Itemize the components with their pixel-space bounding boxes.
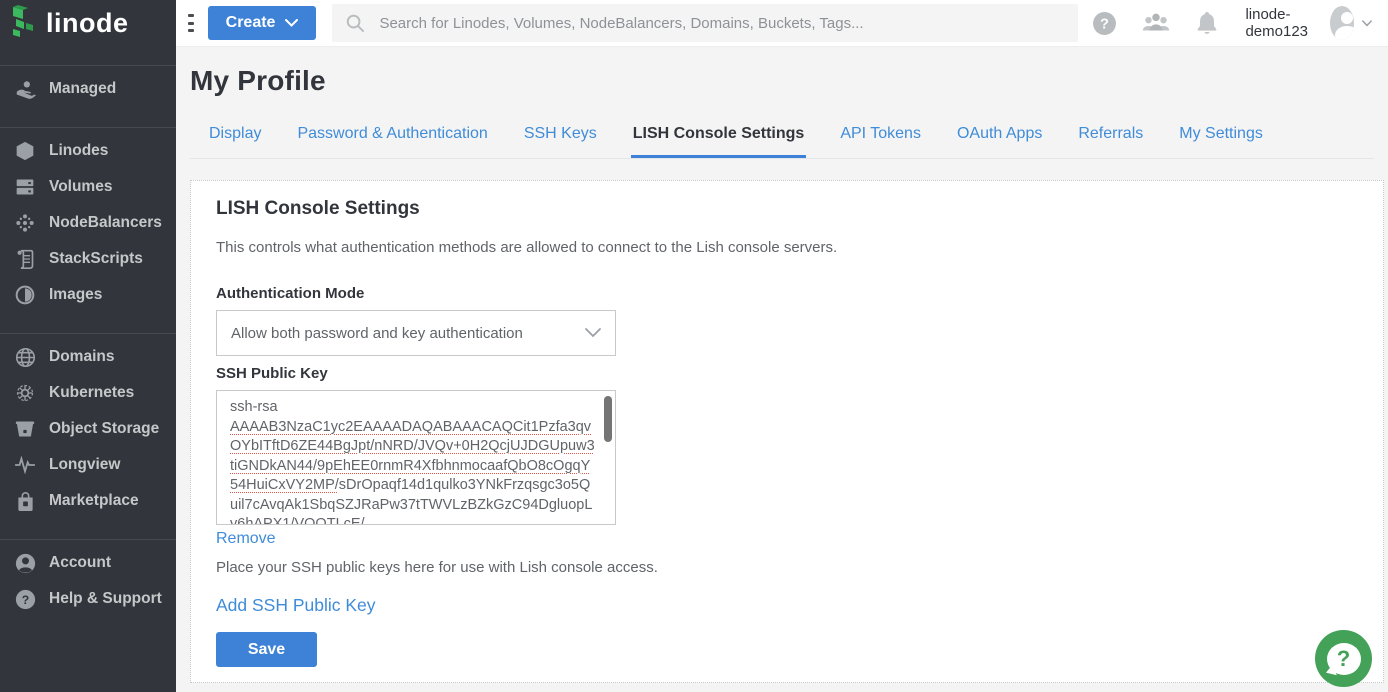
user-menu[interactable]: linode-demo123	[1245, 6, 1372, 40]
managed-icon	[13, 78, 37, 100]
sidebar-item-object-storage[interactable]: Object Storage	[0, 411, 176, 447]
auth-mode-label: Authentication Mode	[216, 285, 1359, 302]
menu-toggle-icon[interactable]	[188, 14, 194, 32]
svg-text:?: ?	[1101, 16, 1110, 32]
create-button-label: Create	[226, 14, 276, 32]
sidebar-item-label: Volumes	[49, 178, 112, 196]
remove-key-link[interactable]: Remove	[216, 530, 276, 548]
nodebalancers-icon	[13, 213, 37, 233]
sidebar-item-linodes[interactable]: Linodes	[0, 133, 176, 169]
tab-referrals[interactable]: Referrals	[1076, 113, 1145, 158]
sidebar-item-label: Images	[49, 286, 102, 304]
sidebar-item-longview[interactable]: Longview	[0, 447, 176, 483]
sidebar-group-services: Domains Kubernetes Object Storage Longvi…	[0, 333, 176, 539]
domains-icon	[13, 347, 37, 368]
sidebar-item-domains[interactable]: Domains	[0, 339, 176, 375]
sidebar-item-label: NodeBalancers	[49, 214, 162, 232]
save-button[interactable]: Save	[216, 632, 317, 667]
object-storage-icon	[13, 419, 37, 439]
chevron-down-icon	[285, 19, 298, 27]
create-button[interactable]: Create	[208, 6, 317, 40]
linode-logo-icon	[9, 5, 39, 42]
sidebar-item-label: Account	[49, 554, 111, 572]
sidebar-item-help-support[interactable]: ? Help & Support	[0, 581, 176, 617]
sidebar-item-label: Help & Support	[49, 590, 162, 608]
card-description: This controls what authentication method…	[216, 239, 1359, 256]
chevron-down-icon	[585, 328, 601, 338]
tab-display[interactable]: Display	[207, 113, 263, 158]
sidebar-item-managed[interactable]: Managed	[0, 71, 176, 107]
tab-ssh-keys[interactable]: SSH Keys	[522, 113, 599, 158]
ssh-key-label: SSH Public Key	[216, 365, 1359, 382]
linode-logo[interactable]: linode	[0, 0, 176, 47]
username: linode-demo123	[1245, 6, 1321, 40]
auth-mode-select[interactable]: Allow both password and key authenticati…	[216, 310, 616, 356]
sidebar: linode Managed Linodes Volumes	[0, 0, 176, 692]
notifications-bell-icon[interactable]	[1195, 10, 1219, 36]
sidebar-item-label: Marketplace	[49, 492, 139, 510]
speech-bubble-question-icon: ?	[1327, 643, 1361, 675]
sidebar-item-images[interactable]: Images	[0, 277, 176, 313]
sidebar-item-label: Longview	[49, 456, 120, 474]
sidebar-item-label: Managed	[49, 80, 116, 98]
ssh-key-textarea[interactable]: ssh-rsaAAAAB3NzaC1yc2EAAAADAQABAAACAQCit…	[216, 390, 616, 525]
search-icon	[346, 14, 365, 33]
ssh-key-helper-text: Place your SSH public keys here for use …	[216, 559, 1359, 576]
sidebar-group-managed: Managed	[0, 65, 176, 127]
sidebar-item-nodebalancers[interactable]: NodeBalancers	[0, 205, 176, 241]
sidebar-item-account[interactable]: Account	[0, 545, 176, 581]
sidebar-item-label: Object Storage	[49, 420, 159, 438]
chevron-down-icon	[1362, 19, 1372, 28]
support-fab-button[interactable]: ?	[1315, 630, 1372, 687]
sidebar-group-account: Account ? Help & Support	[0, 539, 176, 637]
marketplace-icon	[13, 491, 37, 512]
sidebar-item-marketplace[interactable]: Marketplace	[0, 483, 176, 519]
sidebar-item-label: Domains	[49, 348, 114, 366]
sidebar-item-label: StackScripts	[49, 250, 143, 268]
linode-logo-text: linode	[46, 8, 129, 39]
lish-settings-card: LISH Console Settings This controls what…	[190, 180, 1384, 683]
tab-oauth-apps[interactable]: OAuth Apps	[955, 113, 1044, 158]
linodes-icon	[13, 140, 37, 162]
tab-password-authentication[interactable]: Password & Authentication	[295, 113, 489, 158]
sidebar-item-kubernetes[interactable]: Kubernetes	[0, 375, 176, 411]
ssh-key-prefix: ssh-rsa	[230, 398, 597, 418]
volumes-icon	[13, 177, 37, 197]
stackscripts-icon	[13, 248, 37, 270]
tab-my-settings[interactable]: My Settings	[1177, 113, 1265, 158]
search-input[interactable]	[379, 15, 1064, 32]
avatar	[1330, 6, 1354, 40]
page-title: My Profile	[190, 65, 1374, 97]
sidebar-item-label: Linodes	[49, 142, 108, 160]
help-icon: ?	[13, 589, 37, 610]
tab-lish-console-settings[interactable]: LISH Console Settings	[631, 113, 807, 158]
main-content: My Profile Display Password & Authentica…	[176, 47, 1388, 692]
sidebar-item-volumes[interactable]: Volumes	[0, 169, 176, 205]
topbar: Create ? linode-demo123	[176, 0, 1388, 47]
add-ssh-key-link[interactable]: Add SSH Public Key	[216, 595, 376, 616]
community-icon[interactable]	[1141, 11, 1171, 35]
scrollbar-thumb[interactable]	[604, 396, 612, 442]
images-icon	[13, 285, 37, 305]
account-icon	[13, 553, 37, 574]
sidebar-group-compute: Linodes Volumes NodeBalancers StackScrip…	[0, 127, 176, 333]
kubernetes-icon	[13, 383, 37, 403]
help-circle-icon[interactable]: ?	[1092, 11, 1117, 36]
auth-mode-value: Allow both password and key authenticati…	[231, 325, 585, 342]
search-bar[interactable]	[332, 4, 1078, 42]
profile-tabs: Display Password & Authentication SSH Ke…	[190, 113, 1374, 159]
sidebar-item-stackscripts[interactable]: StackScripts	[0, 241, 176, 277]
tab-api-tokens[interactable]: API Tokens	[838, 113, 923, 158]
longview-icon	[13, 456, 37, 474]
sidebar-item-label: Kubernetes	[49, 384, 134, 402]
card-title: LISH Console Settings	[216, 198, 1359, 220]
svg-text:?: ?	[21, 592, 28, 606]
